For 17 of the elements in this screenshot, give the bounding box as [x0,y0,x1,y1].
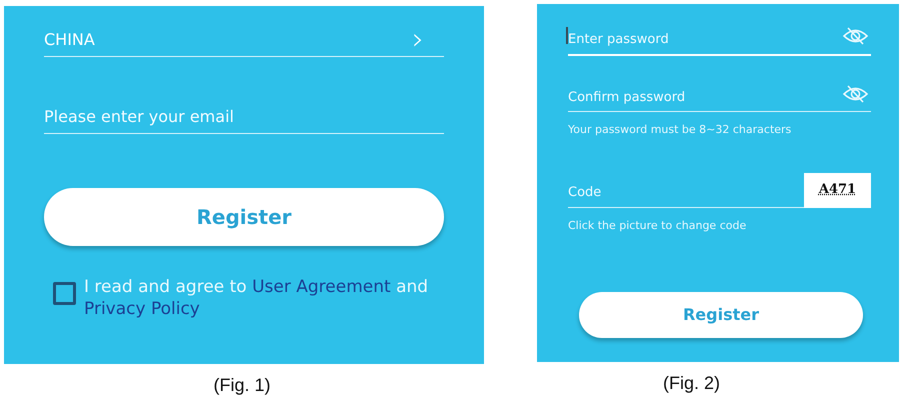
captcha-image[interactable]: A471 [804,172,871,208]
email-field[interactable]: Please enter your email [44,105,444,134]
hint-text: Click the picture to change code [568,218,748,234]
eye-off-icon[interactable] [842,26,869,46]
register-button[interactable]: Register [44,188,444,246]
checkbox[interactable] [53,282,76,305]
input-field[interactable]: Code [568,183,804,208]
user-agreement-link[interactable]: User Agreement [252,277,391,297]
input-field[interactable]: Confirm password [568,88,871,112]
hint-text: Your password must be 8~32 characters [568,122,792,138]
figure-caption: (Fig. 2) [662,372,720,395]
register-button[interactable]: Register [579,292,863,338]
figure-caption: (Fig. 1) [213,374,270,397]
agreement-text: I read and agree to User Agreement and Privacy Policy [84,276,430,320]
privacy-policy-link[interactable]: Privacy Policy [84,299,200,319]
eye-off-icon[interactable] [842,84,869,104]
text-cursor [566,27,568,44]
